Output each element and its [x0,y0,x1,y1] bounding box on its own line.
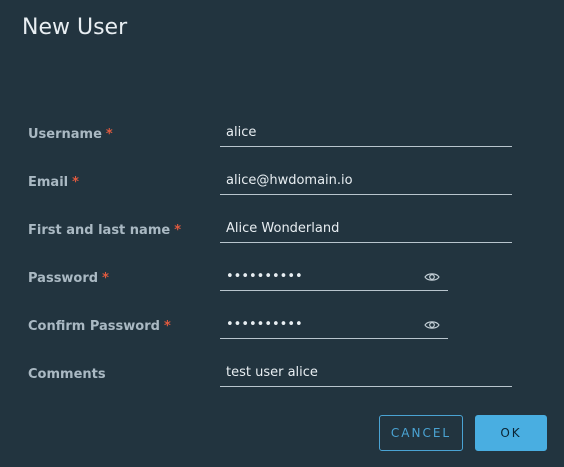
eye-icon-svg [424,321,440,329]
email-label: Email * [28,175,79,191]
full-name-row: First and last name * [0,215,564,253]
required-marker: * [102,271,109,286]
password-label: Password * [28,271,109,287]
username-label: Username * [28,127,113,143]
eye-icon-svg [424,273,440,281]
dialog-title: New User [22,15,128,40]
confirm-password-label-text: Confirm Password [28,319,160,334]
ok-button[interactable]: OK [475,415,547,451]
full-name-input[interactable] [220,215,512,243]
confirm-password-row: Confirm Password * [0,311,564,349]
full-name-label: First and last name * [28,223,181,239]
cancel-button[interactable]: CANCEL [379,415,463,451]
email-row: Email * [0,167,564,205]
required-marker: * [105,127,113,142]
required-marker: * [72,175,79,190]
username-row: Username * [0,119,564,157]
comments-label: Comments [28,367,106,382]
comments-input[interactable] [220,359,512,387]
required-marker: * [174,223,181,238]
required-marker: * [163,319,171,334]
password-row: Password * [0,263,564,301]
full-name-label-text: First and last name [28,223,171,238]
comments-row: Comments [0,359,564,397]
eye-icon[interactable] [424,269,440,285]
confirm-password-input[interactable] [220,311,448,339]
email-input[interactable] [220,167,512,195]
new-user-dialog: New User Username* Email* First and last… [0,0,564,467]
email-label-text: Email [28,175,69,190]
password-label-text: Password [28,271,99,286]
password-input[interactable] [220,263,448,291]
username-input[interactable] [220,119,512,147]
username-label-text: Username [28,127,102,142]
confirm-password-label: Confirm Password * [28,319,171,335]
eye-icon[interactable] [424,317,440,333]
